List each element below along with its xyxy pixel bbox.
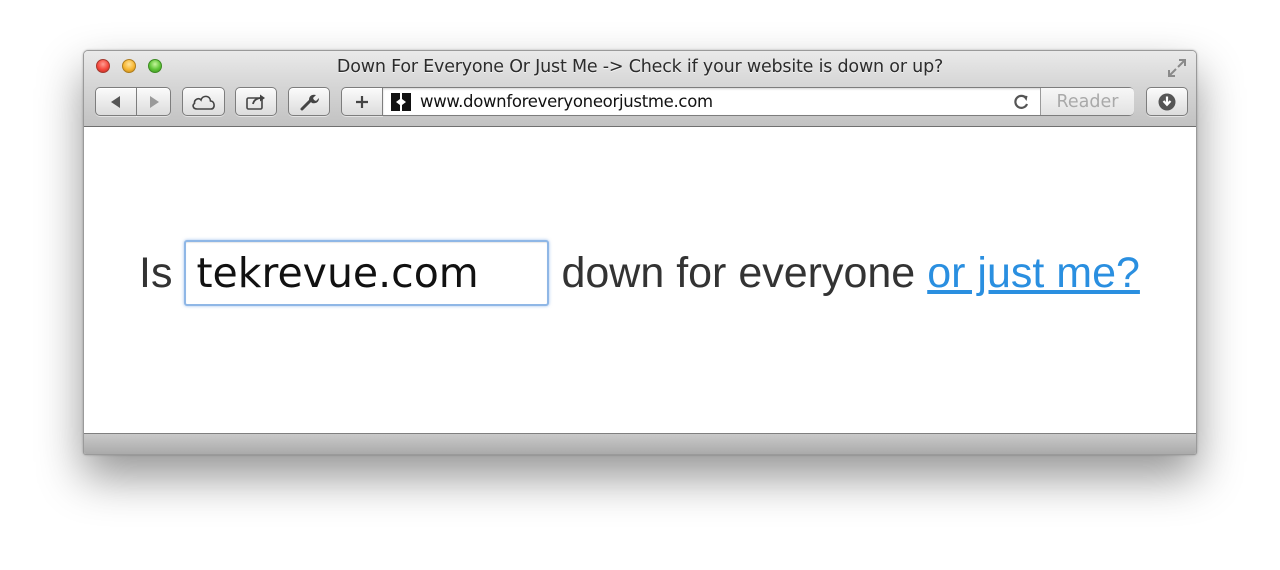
download-icon xyxy=(1158,93,1176,110)
forward-arrow-icon xyxy=(149,95,159,108)
status-bar xyxy=(84,433,1196,454)
share-icon xyxy=(246,94,265,110)
downloads-button[interactable] xyxy=(1146,87,1188,116)
tools-button[interactable] xyxy=(288,87,330,116)
share-button[interactable] xyxy=(235,87,277,116)
window-title: Down For Everyone Or Just Me -> Check if… xyxy=(336,57,944,77)
browser-window: Down For Everyone Or Just Me -> Check if… xyxy=(83,50,1197,455)
wrench-icon xyxy=(300,94,319,110)
plus-icon xyxy=(356,95,368,108)
check-link[interactable]: or just me? xyxy=(927,249,1140,298)
add-bookmark-button[interactable] xyxy=(341,87,383,116)
forward-button[interactable] xyxy=(136,87,171,116)
page-content: Is down for everyone or just me? xyxy=(84,127,1196,433)
address-bar[interactable]: www.downforeveryoneorjustme.com Reader xyxy=(382,87,1134,116)
middle-text: down for everyone xyxy=(561,248,916,297)
site-favicon xyxy=(390,92,412,112)
reload-icon[interactable] xyxy=(1011,92,1031,112)
title-bar: Down For Everyone Or Just Me -> Check if… xyxy=(84,51,1196,127)
fullscreen-icon[interactable] xyxy=(1166,57,1188,79)
back-arrow-icon xyxy=(111,95,120,108)
cloud-icon xyxy=(191,95,215,110)
status-lookup-form: Is down for everyone or just me? xyxy=(139,240,1140,306)
domain-input[interactable] xyxy=(184,240,550,306)
prefix-text: Is xyxy=(139,248,173,297)
back-button[interactable] xyxy=(95,87,137,116)
reader-button[interactable]: Reader xyxy=(1040,88,1134,115)
icloud-tabs-button[interactable] xyxy=(182,87,225,116)
url-text[interactable]: www.downforeveryoneorjustme.com xyxy=(420,92,713,111)
